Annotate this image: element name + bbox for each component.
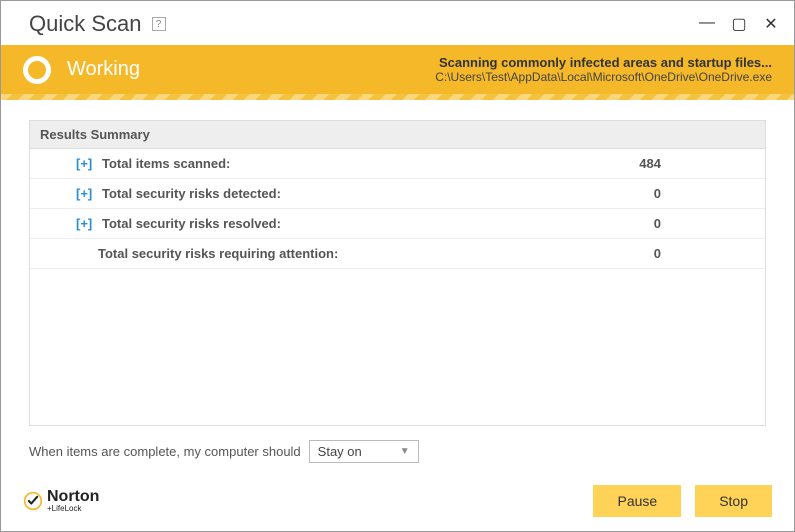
row-value: 484 [639,156,751,171]
norton-logo: Norton +LifeLock [23,489,99,513]
status-detail: Scanning commonly infected areas and sta… [435,55,772,84]
brand-name: Norton [47,489,99,505]
completion-row: When items are complete, my computer sho… [29,426,766,467]
row-value: 0 [654,186,751,201]
completion-select[interactable]: Stay on ▼ [309,440,419,463]
results-panel: Results Summary [+] Total items scanned:… [29,120,766,426]
check-shield-icon [23,491,43,511]
window-controls: — ▢ ✕ [698,14,780,34]
maximize-button[interactable]: ▢ [730,14,748,34]
expand-icon[interactable]: [+] [76,186,94,201]
spinner-icon [23,56,51,84]
results-summary-header: Results Summary [30,121,765,149]
status-state: Working [67,58,140,81]
row-label: Total security risks detected: [102,186,281,201]
table-row: [+] Total items scanned: 484 [30,149,765,179]
footer-buttons: Pause Stop [593,485,772,517]
help-button[interactable]: ? [152,17,166,31]
row-value: 0 [654,216,751,231]
minimize-button[interactable]: — [698,14,716,34]
status-path: C:\Users\Test\AppData\Local\Microsoft\On… [435,70,772,84]
status-heading: Scanning commonly infected areas and sta… [435,55,772,70]
completion-label: When items are complete, my computer sho… [29,444,301,459]
stop-button[interactable]: Stop [695,485,772,517]
status-bar: Working Scanning commonly infected areas… [1,45,794,94]
titlebar: Quick Scan ? — ▢ ✕ [1,1,794,45]
content-area: Results Summary [+] Total items scanned:… [1,94,794,475]
brand-sub: +LifeLock [47,505,99,513]
expand-icon[interactable]: [+] [76,216,94,231]
row-label: Total security risks requiring attention… [98,246,338,261]
completion-selected: Stay on [318,444,362,459]
chevron-down-icon: ▼ [400,446,410,457]
row-label: Total items scanned: [102,156,230,171]
expand-icon[interactable]: [+] [76,156,94,171]
table-row: [+] Total security risks detected: 0 [30,179,765,209]
close-button[interactable]: ✕ [762,14,780,34]
table-row: [+] Total security risks resolved: 0 [30,209,765,239]
table-row: Total security risks requiring attention… [30,239,765,269]
pause-button[interactable]: Pause [593,485,681,517]
row-value: 0 [654,246,751,261]
row-label: Total security risks resolved: [102,216,281,231]
footer: Norton +LifeLock Pause Stop [1,475,794,531]
window-title: Quick Scan [29,11,142,37]
